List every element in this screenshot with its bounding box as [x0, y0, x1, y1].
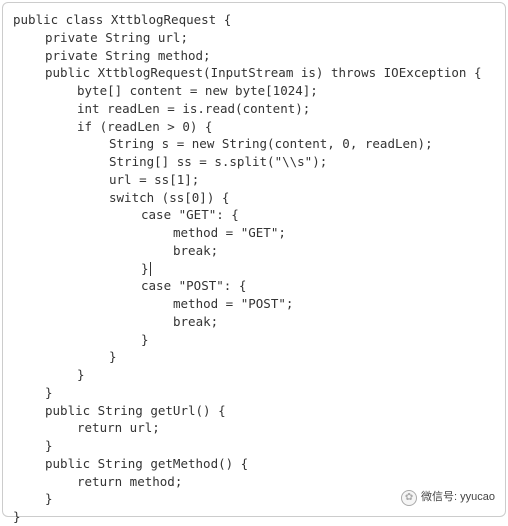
code-line: String s = new String(content, 0, readLe…	[13, 135, 495, 153]
code-line: case "POST": {	[13, 277, 495, 295]
code-line: case "GET": {	[13, 206, 495, 224]
code-line: }	[13, 384, 495, 402]
code-line: byte[] content = new byte[1024];	[13, 82, 495, 100]
code-line: break;	[13, 313, 495, 331]
code-line: if (readLen > 0) {	[13, 118, 495, 136]
code-line: break;	[13, 242, 495, 260]
code-line: method = "GET";	[13, 224, 495, 242]
code-line: }	[13, 331, 495, 349]
code-line: }	[13, 348, 495, 366]
code-line: private String method;	[13, 47, 495, 65]
code-line: int readLen = is.read(content);	[13, 100, 495, 118]
code-line: return method;	[13, 473, 495, 491]
code-line: String[] ss = s.split("\\s");	[13, 153, 495, 171]
wechat-icon: ✿	[401, 490, 417, 506]
code-line: public XttblogRequest(InputStream is) th…	[13, 64, 495, 82]
code-line: }	[13, 366, 495, 384]
code-line: }	[13, 260, 495, 278]
watermark-text: 微信号: yyucao	[421, 490, 495, 506]
code-block: public class XttblogRequest {private Str…	[13, 11, 495, 526]
code-line: }	[13, 508, 495, 526]
code-line: public String getUrl() {	[13, 402, 495, 420]
watermark: ✿ 微信号: yyucao	[401, 490, 495, 506]
code-line: return url;	[13, 419, 495, 437]
code-line: url = ss[1];	[13, 171, 495, 189]
code-line: method = "POST";	[13, 295, 495, 313]
code-line: }	[13, 437, 495, 455]
code-line: public class XttblogRequest {	[13, 11, 495, 29]
code-line: switch (ss[0]) {	[13, 189, 495, 207]
code-line: private String url;	[13, 29, 495, 47]
code-line: public String getMethod() {	[13, 455, 495, 473]
code-snippet-container: public class XttblogRequest {private Str…	[2, 2, 506, 517]
